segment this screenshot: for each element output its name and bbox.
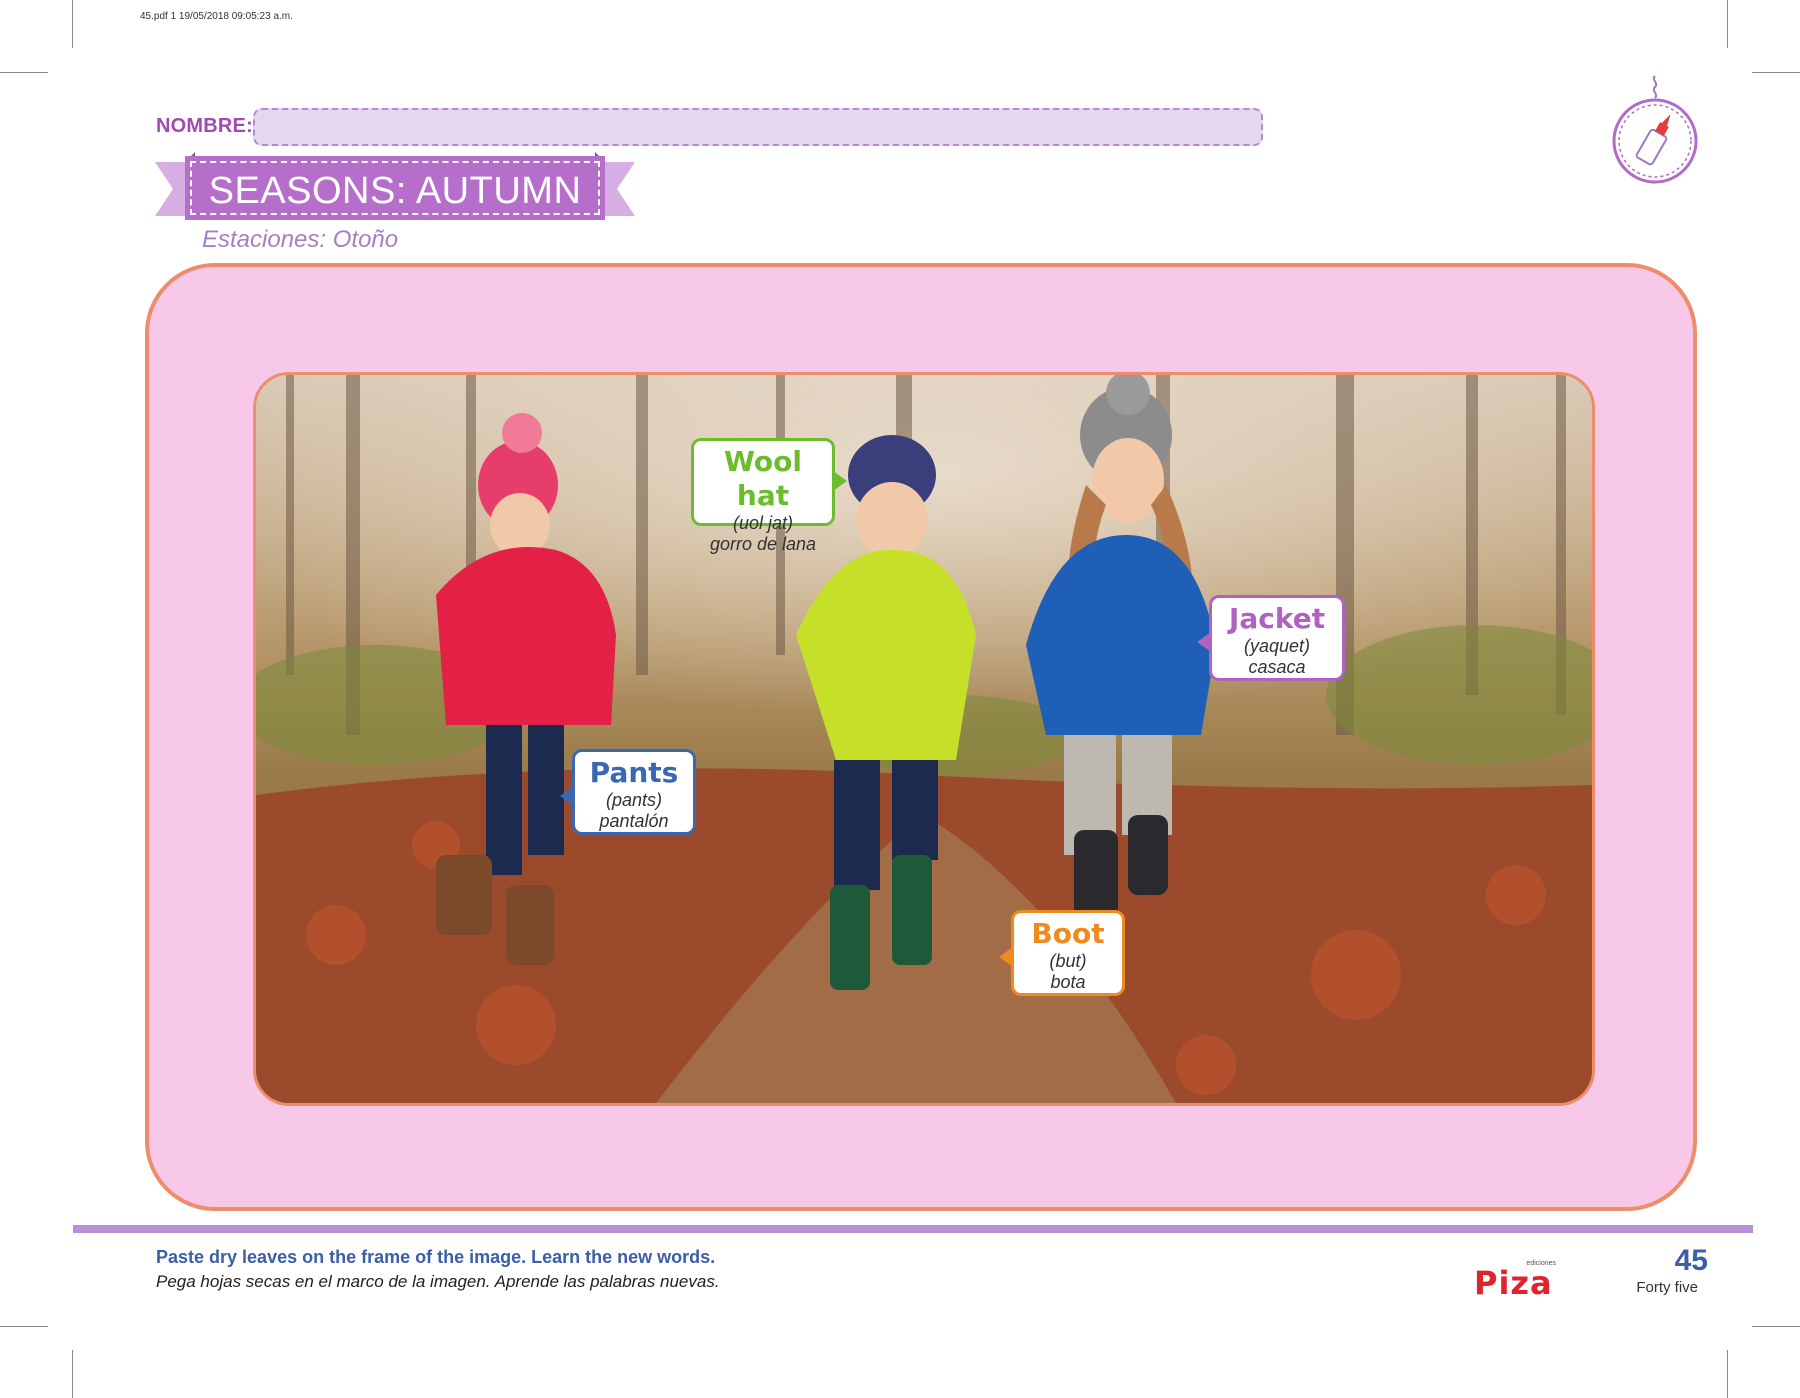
- autumn-photo: Wool hat (uol jat) gorro de lana Jacket …: [253, 372, 1595, 1106]
- title-banner: SEASONS: AUTUMN: [185, 156, 605, 220]
- name-field[interactable]: [253, 108, 1263, 146]
- vocab-translation: gorro de lana: [709, 534, 817, 554]
- footer-divider: [73, 1225, 1753, 1233]
- vocab-pronunciation: (yaquet): [1243, 636, 1311, 656]
- vocab-word: Wool hat: [724, 445, 802, 512]
- glue-bottle-icon: [1608, 74, 1702, 188]
- vocab-pronunciation: (pants): [605, 790, 663, 810]
- publisher-name: Piza: [1474, 1264, 1553, 1302]
- vocab-card-wool-hat: Wool hat (uol jat) gorro de lana: [691, 438, 847, 554]
- crop-mark: [0, 72, 48, 73]
- vocab-word: Pants: [589, 756, 679, 789]
- instruction-spanish: Pega hojas secas en el marco de la image…: [156, 1272, 720, 1291]
- crop-mark: [0, 1326, 48, 1327]
- crop-mark: [72, 0, 73, 48]
- crop-mark: [72, 1350, 73, 1398]
- vocab-pronunciation: (but): [1049, 951, 1087, 971]
- instruction-english: Paste dry leaves on the frame of the ima…: [156, 1247, 716, 1267]
- vocab-word: Jacket: [1228, 602, 1326, 635]
- vocab-card-jacket: Jacket (yaquet) casaca: [1197, 595, 1345, 681]
- vocab-translation: pantalón: [599, 811, 669, 831]
- vocab-card-pants: Pants (pants) pantalón: [560, 749, 696, 835]
- crop-mark: [1727, 1350, 1728, 1398]
- vocab-translation: casaca: [1248, 657, 1306, 677]
- crop-mark: [1727, 0, 1728, 48]
- vocab-pronunciation: (uol jat): [732, 513, 794, 533]
- vocab-word: Boot: [1031, 917, 1105, 950]
- publisher-logo: ediciones Piza: [1474, 1260, 1556, 1302]
- crop-mark: [1752, 72, 1800, 73]
- page-number-words: Forty five: [1636, 1279, 1698, 1296]
- page-number: 45: [1674, 1244, 1708, 1277]
- page-title: SEASONS: AUTUMN: [208, 170, 582, 212]
- crop-mark: [1752, 1326, 1800, 1327]
- name-label: NOMBRE:: [156, 115, 253, 137]
- page-subtitle: Estaciones: Otoño: [202, 226, 399, 253]
- print-info: 45.pdf 1 19/05/2018 09:05:23 a.m.: [140, 11, 293, 22]
- vocab-translation: bota: [1050, 972, 1086, 992]
- title-ribbon: SEASONS: AUTUMN: [155, 152, 635, 226]
- vocab-card-boot: Boot (but) bota: [999, 910, 1125, 996]
